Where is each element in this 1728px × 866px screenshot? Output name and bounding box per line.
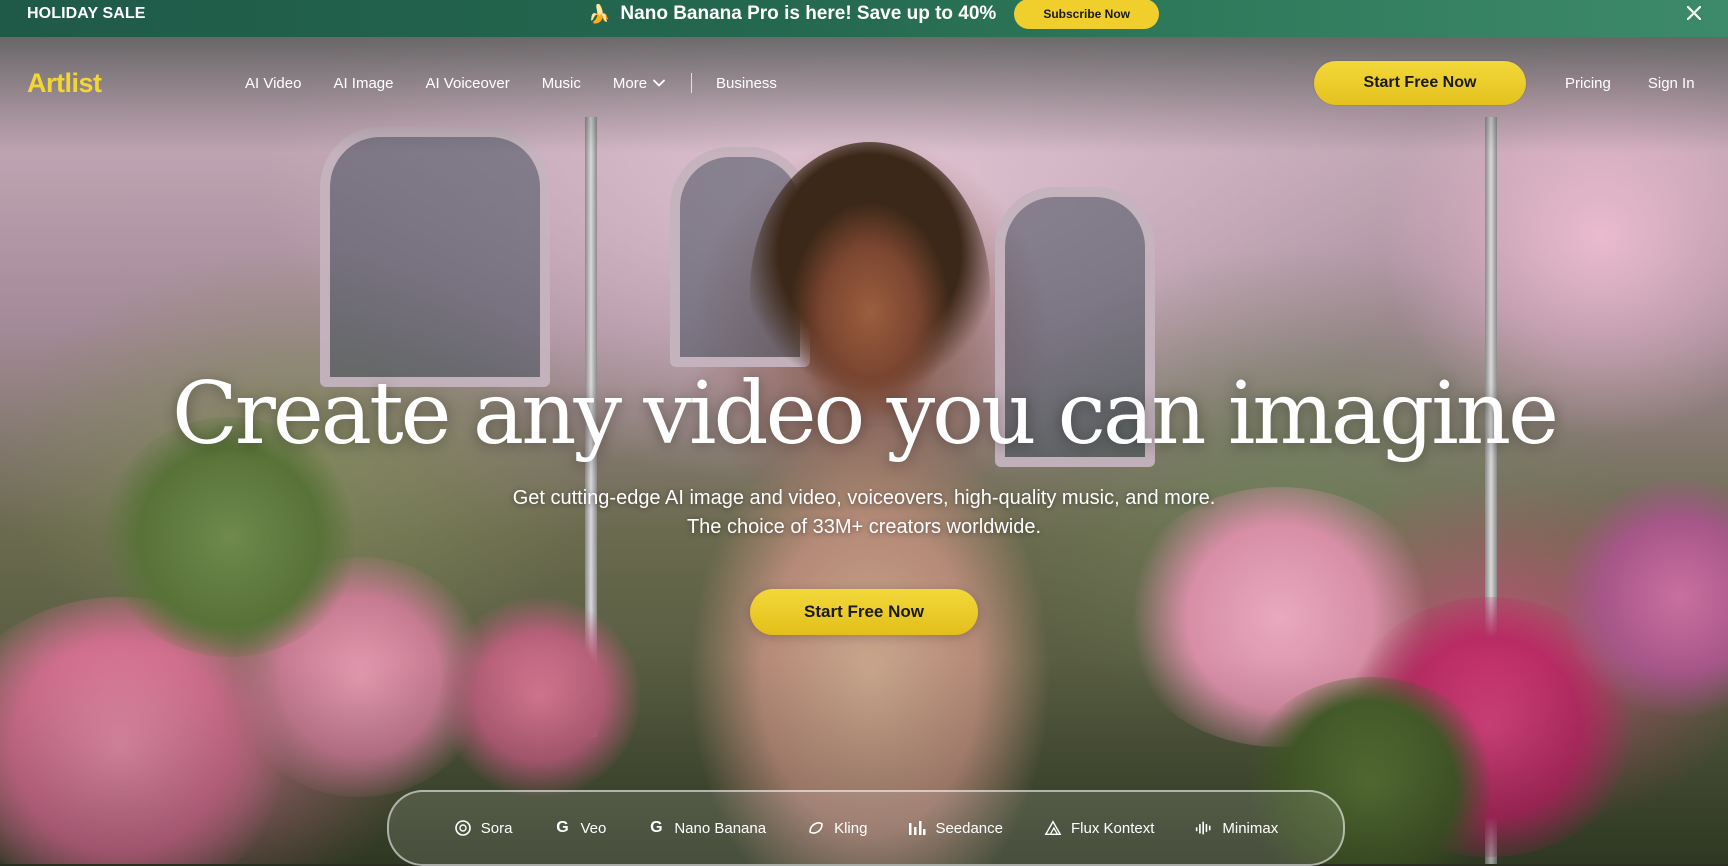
pricing-link[interactable]: Pricing (1565, 75, 1611, 92)
model-label: Flux Kontext (1071, 819, 1155, 837)
model-label: Seedance (935, 819, 1003, 837)
hero-subtitle-line1: Get cutting-edge AI image and video, voi… (512, 487, 1216, 509)
model-sora[interactable]: Sora (454, 819, 513, 837)
model-label: Kling (834, 819, 868, 837)
google-icon: G (556, 819, 569, 836)
model-seedance[interactable]: Seedance (908, 819, 1003, 837)
sign-in-link[interactable]: Sign In (1648, 75, 1695, 92)
model-label: Veo (580, 819, 607, 837)
artlist-logo[interactable]: Artlist (27, 68, 102, 99)
start-free-now-nav-button[interactable]: Start Free Now (1314, 61, 1526, 105)
google-icon: G (650, 819, 663, 836)
nav-link-ai-video[interactable]: AI Video (245, 75, 301, 92)
models-bar: Sora G Veo G Nano Banana Kling Seedance … (387, 790, 1345, 866)
chevron-down-icon (653, 79, 665, 87)
model-flux-kontext[interactable]: Flux Kontext (1044, 819, 1154, 837)
close-icon[interactable] (1684, 0, 1704, 26)
nav-links: AI Video AI Image AI Voiceover Music Mor… (245, 37, 809, 129)
model-nano-banana[interactable]: G Nano Banana (647, 819, 766, 837)
hero-title: Create any video you can imagine (171, 364, 1559, 464)
nav-link-business[interactable]: Business (716, 75, 777, 92)
nav-right: Pricing Sign In (1565, 37, 1695, 129)
nav-more-dropdown[interactable]: More (613, 75, 665, 92)
kling-icon (807, 819, 825, 837)
model-veo[interactable]: G Veo (553, 819, 606, 837)
hero-subtitle: Get cutting-edge AI image and video, voi… (0, 484, 1728, 542)
logo-text: Artlist (27, 68, 102, 98)
start-free-now-hero-button[interactable]: Start Free Now (750, 589, 978, 635)
model-minimax[interactable]: Minimax (1195, 819, 1278, 837)
promo-banner: HOLIDAY SALE 🍌 Nano Banana Pro is here! … (0, 0, 1728, 37)
nav-divider (691, 73, 693, 93)
model-label: Minimax (1222, 819, 1279, 837)
top-nav: Artlist AI Video AI Image AI Voiceover M… (0, 37, 1728, 129)
promo-center: 🍌 Nano Banana Pro is here! Save up to 40… (588, 0, 1159, 29)
minimax-icon (1195, 819, 1213, 837)
model-kling[interactable]: Kling (807, 819, 867, 837)
hero-subtitle-line2: The choice of 33M+ creators worldwide. (686, 516, 1042, 538)
flux-icon (1044, 819, 1062, 837)
holiday-sale-label: HOLIDAY SALE (27, 5, 146, 22)
banana-icon: 🍌 (588, 4, 611, 24)
nav-link-ai-image[interactable]: AI Image (333, 75, 393, 92)
nav-more-label: More (612, 74, 648, 92)
nav-link-music[interactable]: Music (542, 75, 581, 92)
promo-message: Nano Banana Pro is here! Save up to 40% (620, 3, 997, 24)
nav-link-ai-voiceover[interactable]: AI Voiceover (425, 75, 509, 92)
model-label: Sora (480, 819, 513, 837)
seedance-icon (908, 819, 926, 837)
subscribe-now-button[interactable]: Subscribe Now (1014, 0, 1159, 29)
sora-icon (454, 819, 472, 837)
model-label: Nano Banana (674, 819, 767, 837)
